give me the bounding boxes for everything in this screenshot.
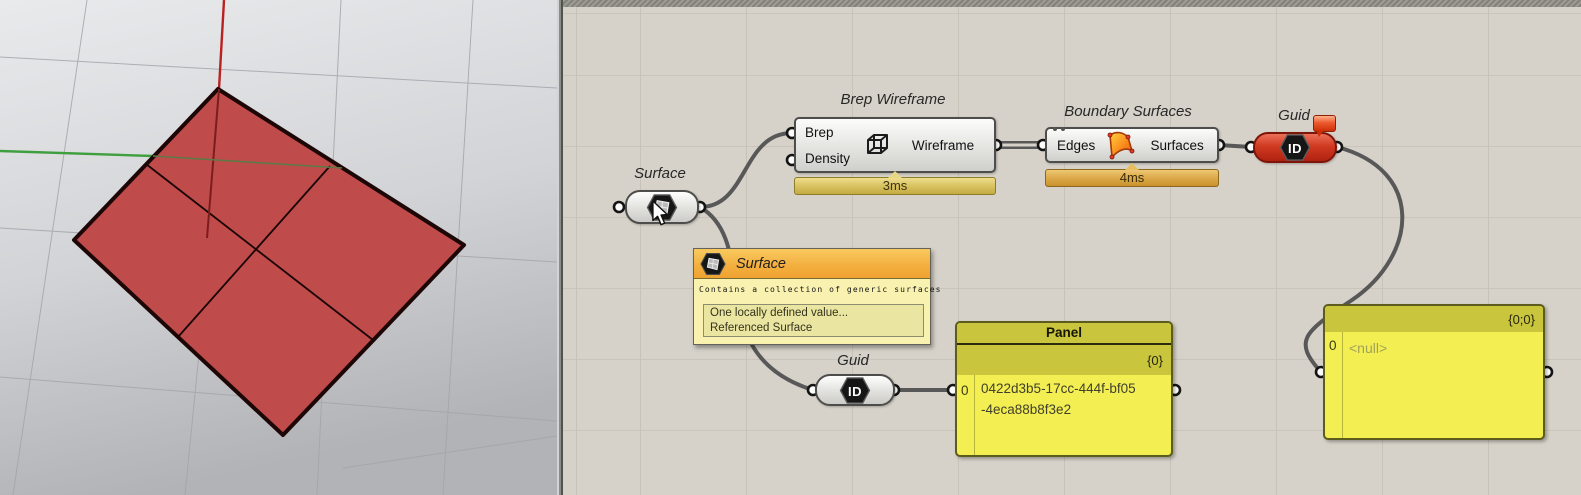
panel-gutter-line xyxy=(974,375,975,455)
panel-null[interactable]: {0;0} 0 <null> xyxy=(1323,304,1545,440)
guid-id-glyph: ID xyxy=(1288,141,1302,156)
panel-tree-path: {0;0} xyxy=(1325,306,1543,332)
surfaces-output-label: Surfaces xyxy=(1150,137,1204,153)
guid-hex-icon: ID xyxy=(1278,133,1312,163)
mouse-cursor-icon xyxy=(652,201,668,226)
panel-item-value: 0422d3b5-17cc-444f-bf05-4eca88b8f3e2 xyxy=(981,381,1136,417)
tooltip-line2: Referenced Surface xyxy=(710,322,813,334)
guid-top-label: Guid xyxy=(1278,107,1310,124)
panel-guid[interactable]: Panel {0} 0 0422d3b5-17cc-444f-bf05-4eca… xyxy=(955,321,1173,457)
component-preview-dots xyxy=(1053,127,1057,131)
panel-body[interactable]: 0 <null> xyxy=(1325,332,1543,438)
panel-gutter-line xyxy=(1342,332,1343,438)
tooltip-description: Contains a collection of generic surface… xyxy=(699,285,942,294)
tooltip-title: Surface xyxy=(736,255,786,272)
guid-bottom-label: Guid xyxy=(837,352,869,369)
wireframe-output-label: Wireframe xyxy=(911,137,975,153)
brep-wireframe-component[interactable]: Brep Density Wireframe xyxy=(794,117,996,173)
brep-wireframe-profiler: 3ms xyxy=(794,171,996,195)
boundary-surfaces-profiler: 4ms xyxy=(1045,163,1219,187)
panel-item-value: <null> xyxy=(1349,340,1388,356)
guid-id-glyph: ID xyxy=(848,383,862,399)
rhino-viewport[interactable] xyxy=(0,0,557,495)
brep-wireframe-label: Brep Wireframe xyxy=(840,91,946,108)
guid-param[interactable]: ID xyxy=(815,374,895,406)
tooltip-header: Surface xyxy=(694,249,930,279)
surface-tooltip: Surface Contains a collection of generic… xyxy=(693,248,942,345)
error-balloon-icon[interactable] xyxy=(1313,115,1336,137)
tooltip-value-summary: One locally defined value... Referenced … xyxy=(703,304,924,337)
boundary-patch-icon xyxy=(1103,128,1137,162)
boundary-surfaces-time: 4ms xyxy=(1119,170,1145,185)
boundary-surfaces-component[interactable]: Edges Surfaces xyxy=(1045,127,1219,163)
wireframe-cube-icon xyxy=(864,131,892,159)
boundary-surfaces-label: Boundary Surfaces xyxy=(1064,103,1192,120)
grasshopper-window: Surface Brep Wireframe Brep Density Wire… xyxy=(0,0,1581,495)
edges-input-label: Edges xyxy=(1057,137,1096,153)
panel-title: Panel xyxy=(957,323,1171,345)
density-input-label: Density xyxy=(805,150,851,166)
panel-body[interactable]: 0 0422d3b5-17cc-444f-bf05-4eca88b8f3e2 xyxy=(957,375,1171,455)
panel-item-index: 0 xyxy=(1329,338,1337,353)
guid-hex-icon: ID xyxy=(838,375,872,405)
tooltip-line1: One locally defined value... xyxy=(710,307,849,319)
surface-param-label: Surface xyxy=(634,165,686,182)
panel-item-index: 0 xyxy=(961,383,969,398)
guid-param-error[interactable]: ID xyxy=(1253,132,1337,163)
panel-tree-path: {0} xyxy=(957,345,1171,375)
surface-hex-icon xyxy=(700,252,726,276)
brep-input-label: Brep xyxy=(805,124,834,140)
brep-wireframe-time: 3ms xyxy=(882,178,908,193)
